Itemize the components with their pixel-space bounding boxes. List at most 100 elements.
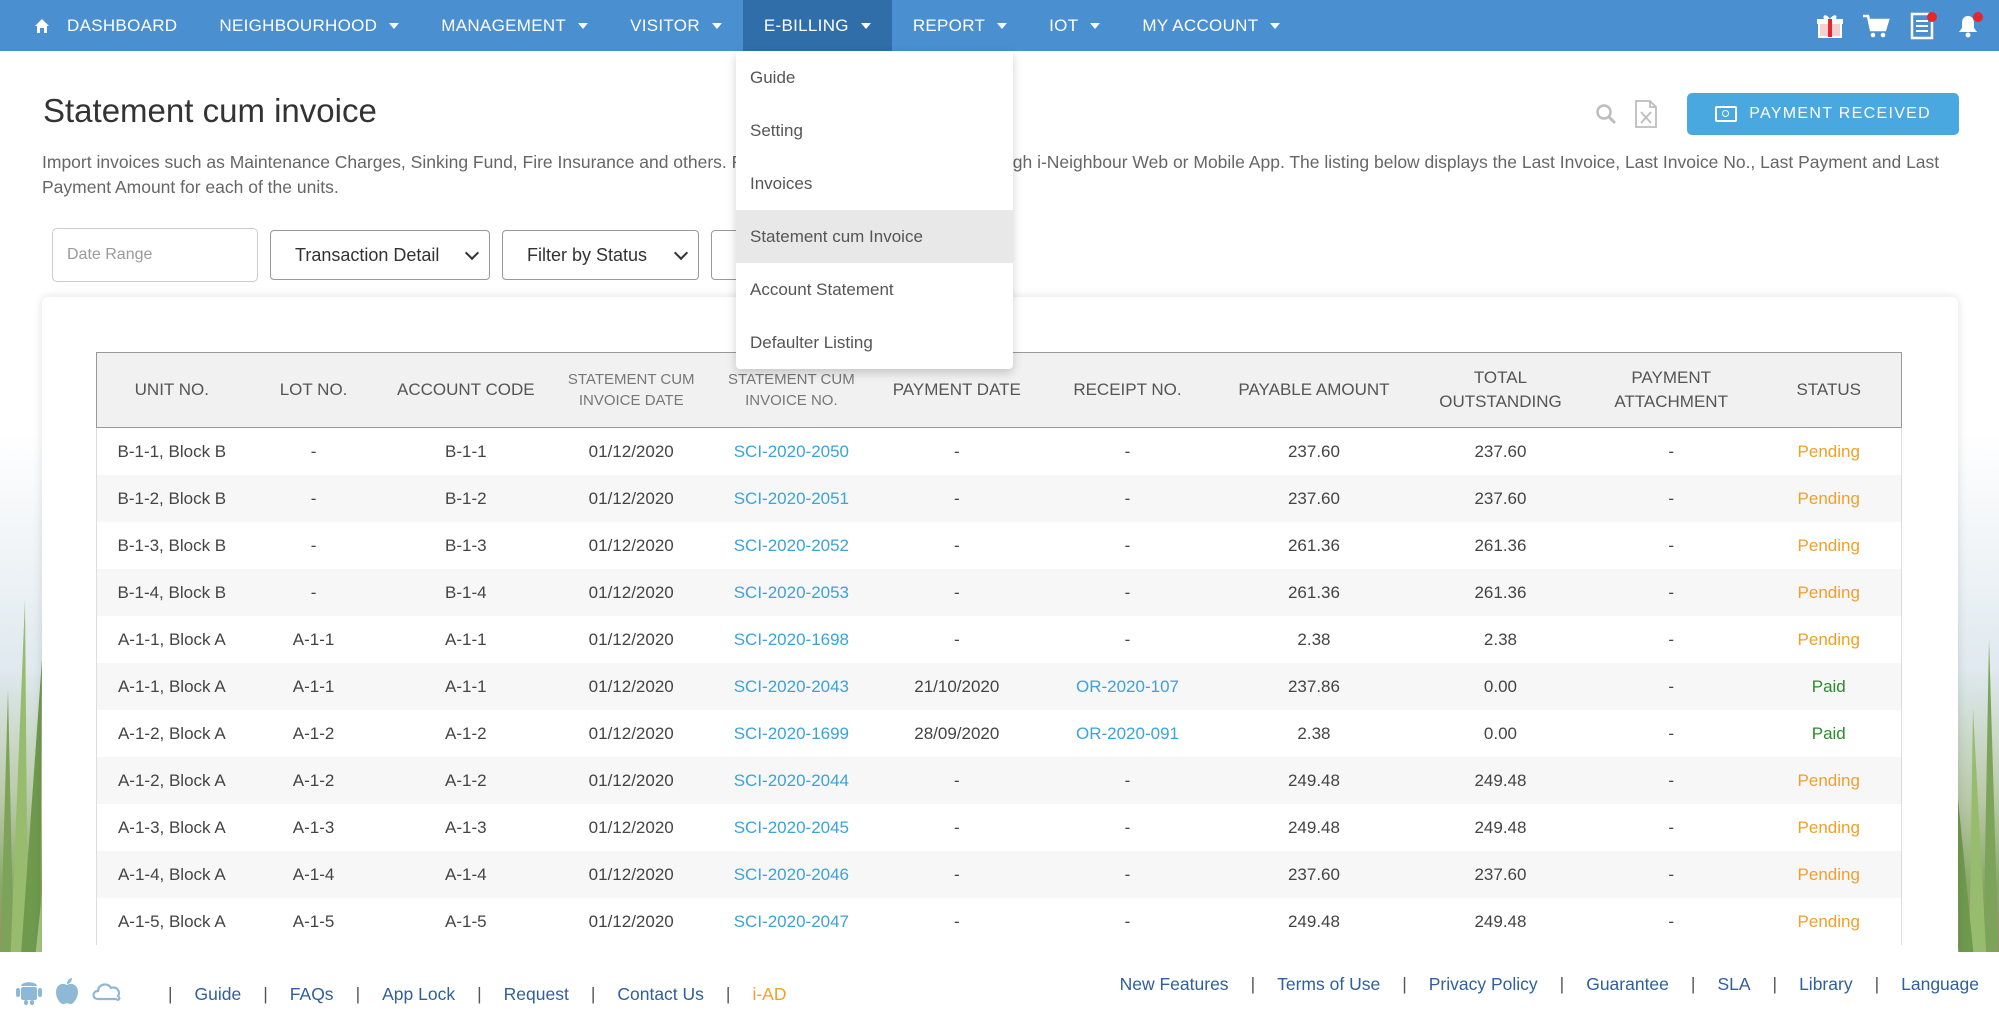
table-row[interactable]: A-1-4, Block A A-1-4 A-1-4 01/12/2020 SCI-20… bbox=[95, 851, 1902, 898]
nav-report[interactable]: REPORT bbox=[892, 0, 1028, 51]
cell-lot-no: A-1-5 bbox=[292, 911, 335, 931]
footer-link-guarantee[interactable]: Guarantee bbox=[1586, 974, 1669, 995]
cell-payment-attachment: - bbox=[1585, 475, 1757, 522]
cell-payment-date: 21/10/2020 bbox=[871, 663, 1043, 710]
cell-invoice-no[interactable]: SCI-2020-2050 bbox=[711, 428, 871, 476]
footer-link-contact-us[interactable]: Contact Us bbox=[617, 984, 704, 1005]
cell-invoice-no[interactable]: SCI-2020-2052 bbox=[711, 522, 871, 569]
bell-icon[interactable] bbox=[1953, 11, 1983, 41]
footer: | Guide | FAQs | App Lock | Request | Co… bbox=[0, 952, 1999, 1029]
menu-item-setting[interactable]: Setting bbox=[736, 104, 1013, 157]
menu-item-statement-cum-invoice[interactable]: Statement cum Invoice bbox=[736, 210, 1013, 263]
cell-invoice-no[interactable]: SCI-2020-1698 bbox=[711, 616, 871, 663]
cell-payable-amount: 237.60 bbox=[1212, 475, 1416, 522]
nav-neighbourhood[interactable]: NEIGHBOURHOOD bbox=[198, 0, 420, 51]
cell-unit-no: A-1-5, Block A bbox=[95, 898, 247, 945]
transaction-detail-select[interactable]: Transaction Detail bbox=[270, 230, 490, 280]
nav-management[interactable]: MANAGEMENT bbox=[420, 0, 609, 51]
cell-receipt-no[interactable]: OR-2020-107 bbox=[1042, 663, 1213, 710]
cell-invoice-no[interactable]: SCI-2020-2046 bbox=[711, 851, 872, 898]
col-status[interactable]: STATUS bbox=[1756, 352, 1902, 428]
cell-invoice-no[interactable]: SCI-2020-2044 bbox=[711, 757, 872, 804]
excel-export-icon[interactable] bbox=[1633, 99, 1659, 129]
table-row[interactable]: B-1-3, Block B - B-1-3 01/12/2020 SCI-2020-2… bbox=[95, 522, 1902, 569]
apple-icon[interactable] bbox=[53, 976, 81, 1006]
filter-by-status-value: Filter by Status bbox=[527, 244, 648, 265]
cell-invoice-no[interactable]: SCI-2020-2047 bbox=[711, 898, 871, 945]
filter-by-status-select[interactable]: Filter by Status bbox=[502, 230, 699, 280]
footer-link-app-lock[interactable]: App Lock bbox=[382, 984, 455, 1005]
filter-bar: Transaction Detail Filter by Status bbox=[52, 228, 771, 282]
cell-payment-attachment: - bbox=[1585, 569, 1757, 616]
cell-invoice-no[interactable]: SCI-2020-2053 bbox=[711, 569, 872, 616]
nav-visitor[interactable]: VISITOR bbox=[609, 0, 743, 51]
cell-payable-amount: 261.36 bbox=[1287, 535, 1340, 555]
caret-down-icon bbox=[860, 22, 871, 29]
cell-payment-date: - bbox=[953, 817, 960, 837]
nav-iot[interactable]: IOT bbox=[1028, 0, 1121, 51]
cell-invoice-no[interactable]: SCI-2020-2045 bbox=[711, 804, 871, 851]
cell-receipt-no: - bbox=[1042, 851, 1213, 898]
table-row[interactable]: A-1-2, Block A A-1-2 A-1-2 01/12/2020 SCI-20… bbox=[95, 710, 1902, 757]
footer-link-guide[interactable]: Guide bbox=[195, 984, 242, 1005]
cell-invoice-no[interactable]: SCI-2020-2051 bbox=[711, 475, 872, 522]
col-total-outstanding[interactable]: TOTAL OUTSTANDING bbox=[1415, 352, 1586, 428]
col-payment-attachment[interactable]: PAYMENT ATTACHMENT bbox=[1585, 352, 1757, 428]
search-icon[interactable] bbox=[1593, 99, 1619, 129]
footer-link-terms-of-use[interactable]: Terms of Use bbox=[1277, 974, 1380, 995]
cell-payment-attachment: - bbox=[1585, 663, 1757, 710]
payment-received-label: PAYMENT RECEIVED bbox=[1749, 105, 1931, 122]
gift-icon[interactable] bbox=[1815, 11, 1845, 41]
table-row[interactable]: B-1-4, Block B - B-1-4 01/12/2020 SCI-2020-2… bbox=[95, 569, 1902, 616]
cell-invoice-date: 01/12/2020 bbox=[588, 817, 674, 837]
payment-received-button[interactable]: PAYMENT RECEIVED bbox=[1687, 93, 1959, 135]
footer-link-language[interactable]: Language bbox=[1901, 974, 1979, 995]
col-payable-amount[interactable]: PAYABLE AMOUNT bbox=[1212, 352, 1416, 428]
nav-dashboard[interactable]: DASHBOARD bbox=[0, 0, 198, 51]
table-row[interactable]: A-1-5, Block A A-1-5 A-1-5 01/12/2020 SCI-20… bbox=[95, 898, 1902, 945]
footer-link-i-ad[interactable]: i-AD bbox=[752, 984, 786, 1005]
cell-invoice-date: 01/12/2020 bbox=[551, 475, 712, 522]
footer-link-library[interactable]: Library bbox=[1799, 974, 1853, 995]
cell-status: Pending bbox=[1756, 522, 1902, 569]
table-row[interactable]: A-1-2, Block A A-1-2 A-1-2 01/12/2020 SCI-20… bbox=[95, 757, 1902, 804]
menu-item-guide[interactable]: Guide bbox=[736, 51, 1013, 104]
footer-link-sla[interactable]: SLA bbox=[1717, 974, 1750, 995]
caret-down-icon bbox=[389, 22, 400, 29]
table-row[interactable]: A-1-3, Block A A-1-3 A-1-3 01/12/2020 SCI-20… bbox=[95, 804, 1902, 851]
footer-link-new-features[interactable]: New Features bbox=[1120, 974, 1229, 995]
nav-my-account[interactable]: MY ACCOUNT bbox=[1121, 0, 1301, 51]
col-receipt-no[interactable]: RECEIPT NO. bbox=[1042, 352, 1213, 428]
android-icon[interactable] bbox=[14, 976, 44, 1006]
cell-payable-amount: 237.60 bbox=[1212, 851, 1416, 898]
col-unit-no[interactable]: UNIT NO. bbox=[95, 352, 247, 428]
footer-link-privacy-policy[interactable]: Privacy Policy bbox=[1429, 974, 1538, 995]
table-row[interactable]: B-1-1, Block B - B-1-1 01/12/2020 SCI-2020-2… bbox=[95, 427, 1902, 476]
caret-down-icon bbox=[711, 22, 722, 29]
menu-item-defaulter-listing[interactable]: Defaulter Listing bbox=[736, 316, 1013, 369]
footer-link-request[interactable]: Request bbox=[504, 984, 569, 1005]
col-invoice-date[interactable]: STATEMENT CUM INVOICE DATE bbox=[551, 352, 712, 428]
table-row[interactable]: A-1-1, Block A A-1-1 A-1-1 01/12/2020 SCI-20… bbox=[95, 616, 1902, 663]
nav-e-billing[interactable]: E-BILLING bbox=[742, 0, 892, 51]
cell-invoice-no[interactable]: SCI-2020-2043 bbox=[711, 663, 872, 710]
caret-down-icon bbox=[578, 22, 589, 29]
menu-item-account-statement[interactable]: Account Statement bbox=[736, 263, 1013, 316]
cell-invoice-no[interactable]: SCI-2020-1699 bbox=[711, 710, 871, 757]
cell-unit-no: A-1-4, Block A bbox=[95, 851, 247, 898]
cell-receipt-no: - bbox=[1042, 475, 1213, 522]
cloud-icon[interactable] bbox=[90, 977, 124, 1005]
menu-item-invoices[interactable]: Invoices bbox=[736, 157, 1013, 210]
cell-receipt-no[interactable]: OR-2020-091 bbox=[1042, 710, 1213, 757]
col-account-code[interactable]: ACCOUNT CODE bbox=[380, 352, 552, 428]
cart-icon[interactable] bbox=[1861, 11, 1891, 41]
table-row[interactable]: B-1-2, Block B - B-1-2 01/12/2020 SCI-2020-2… bbox=[95, 475, 1902, 522]
col-lot-no[interactable]: LOT NO. bbox=[246, 352, 381, 428]
cell-unit-no: A-1-1, Block A bbox=[95, 616, 247, 663]
footer-right-links: New Features | Terms of Use | Privacy Po… bbox=[1120, 974, 1979, 995]
cell-lot-no: - bbox=[310, 535, 317, 555]
notes-icon[interactable] bbox=[1907, 11, 1937, 41]
date-range-input[interactable] bbox=[52, 228, 258, 282]
footer-link-faqs[interactable]: FAQs bbox=[290, 984, 334, 1005]
table-row[interactable]: A-1-1, Block A A-1-1 A-1-1 01/12/2020 SCI-20… bbox=[95, 663, 1902, 710]
